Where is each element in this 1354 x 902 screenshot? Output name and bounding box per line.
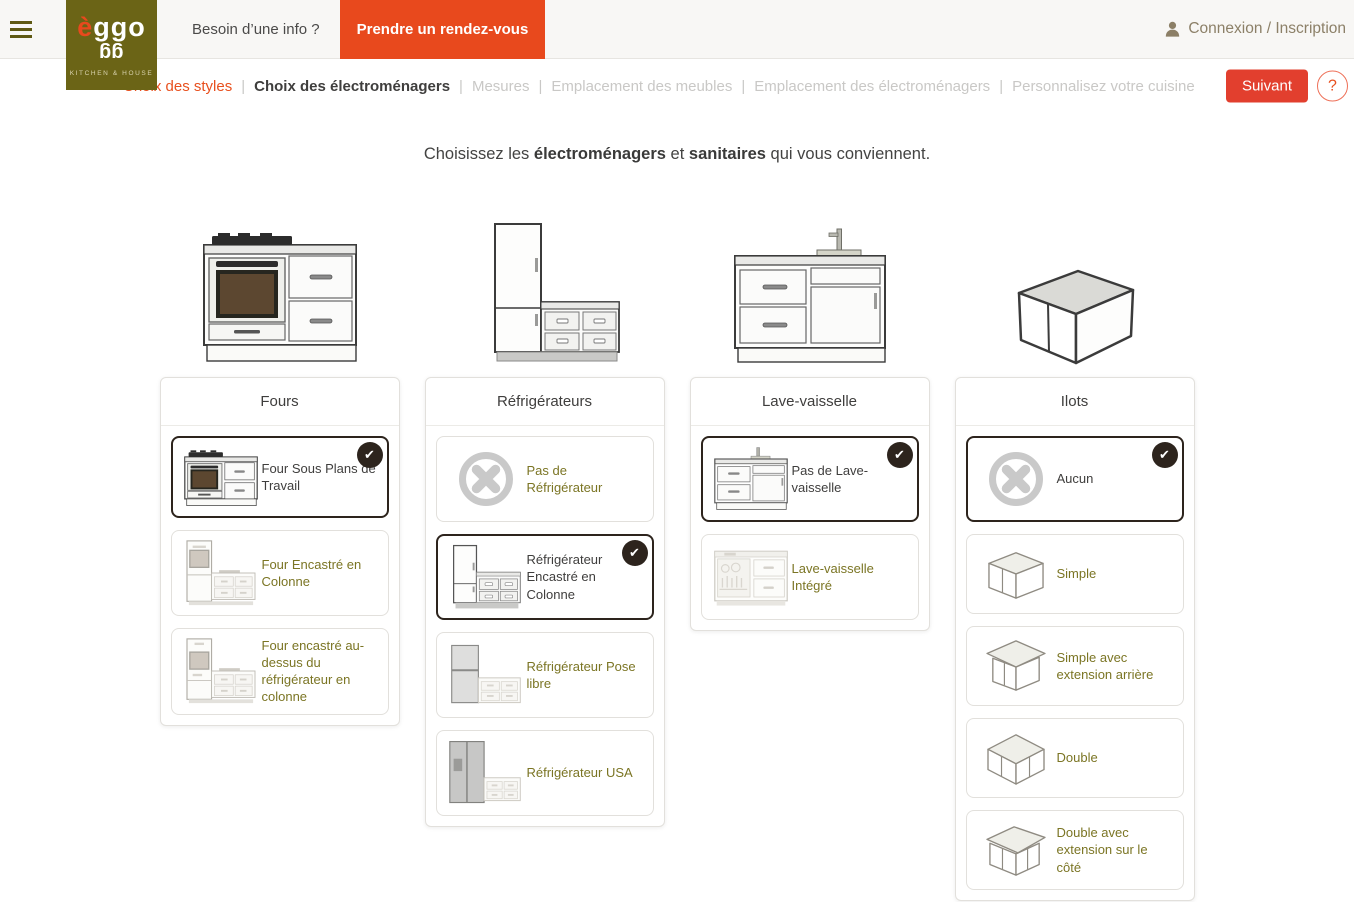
fours-options: Four Sous Plans de Travail ✔ — [161, 426, 399, 725]
selected-check-icon: ✔ — [1152, 442, 1178, 468]
island-double-thumbnail — [975, 730, 1057, 786]
intro-part: Choisissez les — [424, 145, 534, 163]
option-label: Double avec extension sur le côté — [1057, 824, 1177, 875]
option-label: Pas de Lave-vaisselle — [792, 462, 912, 496]
option-refrigerateur-pose-libre[interactable]: Réfrigérateur Pose libre — [436, 632, 654, 718]
breadcrumb-separator: | — [741, 78, 745, 95]
option-four-sous-plans[interactable]: Four Sous Plans de Travail ✔ — [171, 436, 389, 518]
logo-brand-rest: ggo — [93, 12, 145, 42]
option-refrigerateur-encastre-colonne[interactable]: Réfrigérateur Encastré en Colonne ✔ — [436, 534, 654, 620]
option-lave-vaisselle-integre[interactable]: Lave-vaisselle Intégré — [701, 534, 919, 620]
breadcrumb-separator: | — [241, 78, 245, 95]
none-icon — [975, 451, 1057, 507]
option-label: Simple avec extension arrière — [1057, 649, 1177, 683]
breadcrumb-separator: | — [999, 78, 1003, 95]
selected-check-icon: ✔ — [887, 442, 913, 468]
option-ilot-simple[interactable]: Simple — [966, 534, 1184, 614]
option-ilot-double-extension-cote[interactable]: Double avec extension sur le côté — [966, 810, 1184, 890]
breadcrumb-step-appliances[interactable]: Choix des électroménagers — [254, 78, 450, 95]
intro-part: qui vous conviennent. — [766, 145, 930, 163]
oven-under-counter-thumbnail — [180, 445, 262, 509]
breadcrumb-separator: | — [538, 78, 542, 95]
hamburger-menu-icon[interactable] — [10, 17, 32, 42]
column-ilots: Ilots Aucun ✔ — [955, 219, 1195, 901]
option-pas-de-lave-vaisselle[interactable]: Pas de Lave-vaisselle ✔ — [701, 436, 919, 522]
top-bar: èggo gg KITCHEN & HOUSE Besoin d’une inf… — [0, 0, 1354, 59]
help-button[interactable]: ? — [1317, 71, 1348, 102]
option-label: Aucun — [1057, 470, 1177, 487]
option-refrigerateur-usa[interactable]: Réfrigérateur USA — [436, 730, 654, 816]
option-four-au-dessus-refrigerateur[interactable]: Four encastré au-dessus du réfrigérateur… — [171, 628, 389, 715]
dishwasher-illustration — [690, 219, 930, 377]
logo-tagline: KITCHEN & HOUSE — [70, 70, 154, 77]
option-label: Réfrigérateur USA — [527, 764, 647, 781]
option-label: Pas de Réfrigérateur — [527, 462, 647, 496]
option-four-encastre-colonne[interactable]: Four Encastré en Colonne — [171, 530, 389, 616]
ilots-options: Aucun ✔ Simple — [956, 426, 1194, 900]
column-lave-vaisselle: Lave-vaisselle — [690, 219, 930, 631]
breadcrumb-step-customize[interactable]: Personnalisez votre cuisine — [1012, 78, 1195, 95]
selected-check-icon: ✔ — [357, 442, 383, 468]
lave-vaisselle-title: Lave-vaisselle — [691, 378, 929, 426]
option-aucun-ilot[interactable]: Aucun ✔ — [966, 436, 1184, 522]
lave-vaisselle-card: Lave-vaisselle — [690, 377, 930, 631]
option-label: Four Encastré en Colonne — [262, 556, 382, 590]
integrated-dishwasher-thumbnail — [710, 543, 792, 611]
option-label: Lave-vaisselle Intégré — [792, 560, 912, 594]
island-extension-back-thumbnail — [975, 638, 1057, 694]
info-link[interactable]: Besoin d’une info ? — [192, 21, 320, 38]
option-pas-de-refrigerateur[interactable]: Pas de Réfrigérateur — [436, 436, 654, 522]
lave-vaisselle-options: Pas de Lave-vaisselle ✔ — [691, 426, 929, 630]
column-fours: Fours — [160, 219, 400, 726]
ilots-card: Ilots Aucun ✔ — [955, 377, 1195, 901]
intro-sentence: Choisissez les électroménagers et sanita… — [0, 145, 1354, 164]
appointment-button[interactable]: Prendre un rendez-vous — [340, 0, 546, 59]
logo-mirrored-gg: gg — [99, 43, 123, 63]
oven-above-fridge-thumbnail — [180, 637, 262, 705]
person-icon — [1165, 21, 1180, 37]
fridge-column-thumbnail — [445, 543, 527, 611]
category-columns: Fours — [0, 219, 1354, 901]
option-label: Simple — [1057, 565, 1177, 582]
island-double-extension-side-thumbnail — [975, 822, 1057, 878]
breadcrumb-step-measures[interactable]: Mesures — [472, 78, 530, 95]
ilots-title: Ilots — [956, 378, 1194, 426]
kitchen-configurator-page: èggo gg KITCHEN & HOUSE Besoin d’une inf… — [0, 0, 1354, 902]
intro-bold-appliances: électroménagers — [534, 145, 666, 163]
oven-column-thumbnail — [180, 539, 262, 607]
option-ilot-double[interactable]: Double — [966, 718, 1184, 798]
column-refrigerateurs: Réfrigérateurs Pas de Réfrigérateur — [425, 219, 665, 827]
logo-brand-text: èggo — [77, 14, 146, 41]
sink-cabinet-thumbnail — [710, 445, 792, 513]
option-label: Four encastré au-dessus du réfrigérateur… — [262, 637, 382, 706]
next-button[interactable]: Suivant — [1226, 70, 1308, 103]
fridge-freestanding-thumbnail — [445, 641, 527, 709]
option-label: Double — [1057, 749, 1177, 766]
refrigerateurs-card: Réfrigérateurs Pas de Réfrigérateur — [425, 377, 665, 827]
intro-part: et — [666, 145, 689, 163]
island-illustration — [955, 219, 1195, 377]
account-link[interactable]: Connexion / Inscription — [1165, 20, 1346, 38]
brand-logo[interactable]: èggo gg KITCHEN & HOUSE — [66, 0, 157, 90]
island-simple-thumbnail — [975, 546, 1057, 602]
fridge-illustration — [425, 219, 665, 377]
fours-card: Fours — [160, 377, 400, 726]
selected-check-icon: ✔ — [622, 540, 648, 566]
option-label: Réfrigérateur Pose libre — [527, 658, 647, 692]
breadcrumb-step-appliance-placement[interactable]: Emplacement des électroménagers — [754, 78, 990, 95]
intro-bold-sanitary: sanitaires — [689, 145, 766, 163]
breadcrumb-separator: | — [459, 78, 463, 95]
refrigerateurs-title: Réfrigérateurs — [426, 378, 664, 426]
none-icon — [445, 451, 527, 507]
refrigerateurs-options: Pas de Réfrigérateur — [426, 426, 664, 826]
fours-title: Fours — [161, 378, 399, 426]
oven-illustration — [160, 219, 400, 377]
option-ilot-simple-extension-arriere[interactable]: Simple avec extension arrière — [966, 626, 1184, 706]
account-label: Connexion / Inscription — [1188, 20, 1346, 38]
breadcrumb: Choix des styles | Choix des électroména… — [0, 59, 1354, 113]
breadcrumb-step-furniture-placement[interactable]: Emplacement des meubles — [551, 78, 732, 95]
fridge-usa-thumbnail — [445, 739, 527, 807]
